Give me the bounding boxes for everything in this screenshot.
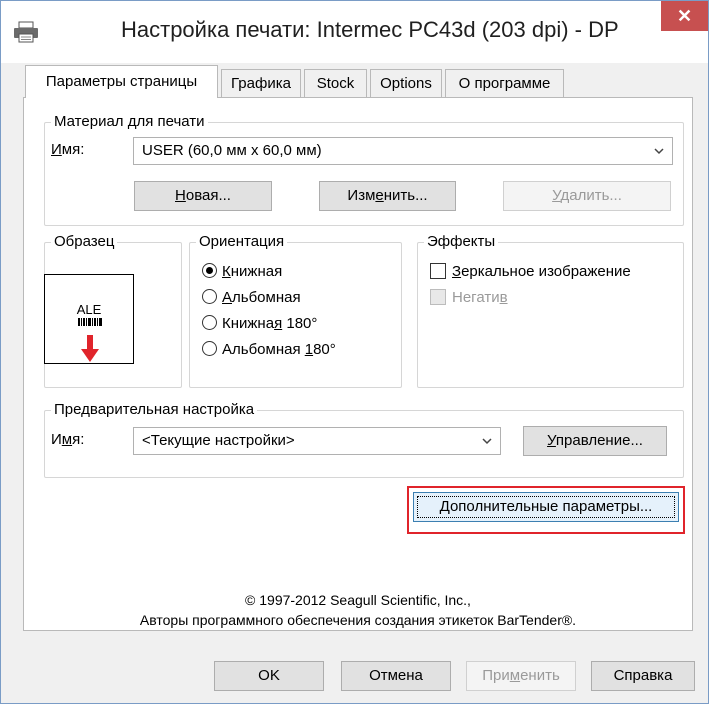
delete-media-button[interactable]: Удалить...	[503, 181, 671, 211]
preset-group: Предварительная настройка Имя: <Текущие …	[44, 401, 684, 478]
help-button[interactable]: Справка	[591, 661, 695, 691]
new-media-button[interactable]: Новая...	[134, 181, 272, 211]
chevron-down-icon	[482, 438, 492, 445]
window-title: Настройка печати: Intermec PC43d (203 dp…	[121, 17, 619, 42]
edit-media-button[interactable]: Изменить...	[319, 181, 456, 211]
cancel-button[interactable]: Отмена	[341, 661, 451, 691]
media-group-label: Материал для печати	[51, 113, 208, 131]
media-select[interactable]: USER (60,0 мм x 60,0 мм)	[133, 137, 673, 165]
tab-about[interactable]: О программе	[445, 69, 564, 97]
apply-button[interactable]: Применить	[466, 661, 576, 691]
radio-indicator	[202, 263, 217, 278]
radio-indicator	[202, 341, 217, 356]
ok-button[interactable]: OK	[214, 661, 324, 691]
checkbox-indicator	[430, 263, 446, 279]
tab-page-setup[interactable]: Параметры страницы	[25, 65, 218, 98]
focus-rectangle	[417, 496, 675, 518]
feed-direction-arrow-icon	[81, 335, 99, 362]
tab-label: Stock	[316, 75, 355, 92]
authors-text: Авторы программного обеспечения создания…	[139, 612, 577, 628]
effects-group-label: Эффекты	[424, 233, 499, 251]
media-select-value: USER (60,0 мм x 60,0 мм)	[142, 142, 322, 159]
print-settings-dialog: Настройка печати: Intermec PC43d (203 dp…	[0, 0, 709, 704]
close-button[interactable]: ✕	[661, 1, 708, 31]
printer-icon	[14, 21, 38, 43]
preview-text: ALE	[76, 302, 102, 317]
media-name-label: Имя:	[51, 141, 85, 158]
page-setup-panel: Материал для печати Имя: USER (60,0 мм x…	[23, 97, 693, 631]
manage-presets-button[interactable]: Управление...	[523, 426, 667, 456]
tab-graphics[interactable]: Графика	[221, 69, 301, 97]
orientation-landscape-radio[interactable]: Альбомная	[202, 289, 301, 306]
advanced-options-button[interactable]: Дополнительные параметры...	[413, 492, 679, 522]
tab-label: Параметры страницы	[45, 73, 198, 90]
sample-group-label: Образец	[51, 233, 118, 251]
orientation-portrait-radio[interactable]: Книжная	[202, 263, 282, 280]
preset-select[interactable]: <Текущие настройки>	[133, 427, 501, 455]
tab-label: Options	[380, 75, 432, 92]
orientation-group-label: Ориентация	[196, 233, 288, 251]
tab-label: О программе	[458, 75, 551, 92]
copyright-text: © 1997-2012 Seagull Scientific, Inc.,	[245, 592, 471, 608]
orientation-landscape-180-radio[interactable]: Альбомная 180°	[202, 341, 336, 358]
checkbox-indicator	[430, 289, 446, 305]
media-group: Материал для печати Имя: USER (60,0 мм x…	[44, 113, 684, 226]
label-preview: ALE	[44, 274, 134, 364]
negative-checkbox[interactable]: Негатив	[430, 289, 508, 306]
close-icon: ✕	[676, 6, 693, 26]
radio-indicator	[202, 315, 217, 330]
preset-name-label: Имя:	[51, 431, 85, 448]
tab-options[interactable]: Options	[370, 69, 442, 97]
barcode-icon	[78, 318, 102, 326]
orientation-portrait-180-radio[interactable]: Книжная 180°	[202, 315, 317, 332]
effects-group: Эффекты Зеркальное изображение Негатив	[417, 233, 684, 388]
mirror-image-checkbox[interactable]: Зеркальное изображение	[430, 263, 631, 280]
radio-indicator	[202, 289, 217, 304]
preset-select-value: <Текущие настройки>	[142, 432, 295, 449]
orientation-group: Ориентация Книжная Альбомная Книжная 180…	[189, 233, 402, 388]
title-bar[interactable]: Настройка печати: Intermec PC43d (203 dp…	[1, 1, 708, 63]
chevron-down-icon	[654, 148, 664, 155]
tab-label: Графика	[231, 75, 291, 92]
tab-stock[interactable]: Stock	[304, 69, 367, 97]
preset-group-label: Предварительная настройка	[51, 401, 258, 419]
